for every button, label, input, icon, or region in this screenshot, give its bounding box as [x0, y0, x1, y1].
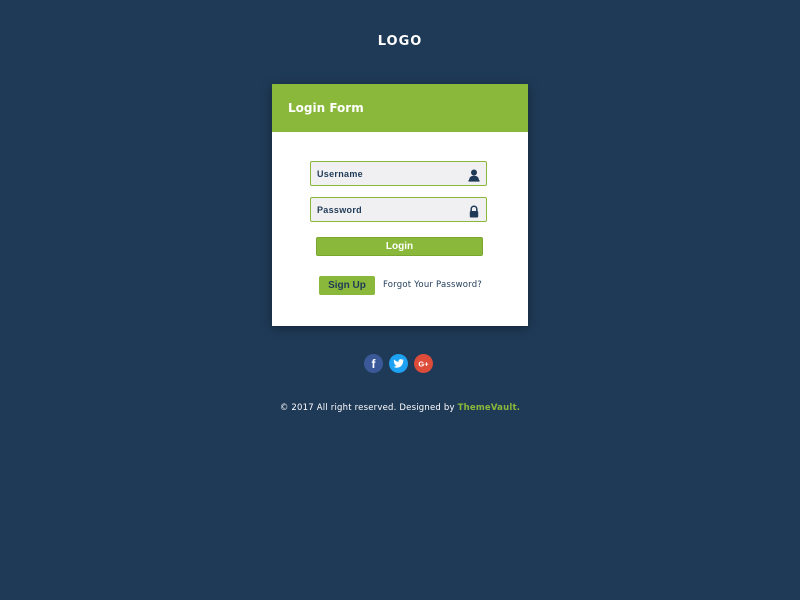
- twitter-icon[interactable]: [389, 354, 408, 373]
- sign-up-button[interactable]: Sign Up: [319, 276, 375, 295]
- designer-link[interactable]: ThemeVault.: [458, 403, 521, 413]
- footer: © 2017 All right reserved. Designed by T…: [0, 403, 800, 413]
- user-icon: [468, 167, 480, 182]
- login-form-title: Login Form: [272, 84, 528, 132]
- login-button[interactable]: Login: [316, 237, 483, 256]
- copyright-text: © 2017 All right reserved. Designed by: [279, 403, 458, 413]
- password-field[interactable]: [310, 197, 487, 222]
- username-input[interactable]: [311, 162, 467, 186]
- facebook-icon[interactable]: f: [364, 354, 383, 373]
- google-plus-glyph: G+: [418, 360, 429, 369]
- password-input[interactable]: [311, 198, 467, 222]
- forgot-password-link[interactable]: Forgot Your Password?: [383, 276, 482, 295]
- username-field[interactable]: [310, 161, 487, 186]
- social-links: f G+: [364, 354, 436, 374]
- login-page: LOGO Login Form Login Sign: [0, 0, 800, 600]
- google-plus-icon[interactable]: G+: [414, 354, 433, 373]
- login-form-card: Login Form Login Sign Up Forgot: [272, 84, 528, 326]
- facebook-glyph: f: [372, 357, 377, 371]
- lock-icon: [468, 203, 480, 218]
- logo[interactable]: LOGO: [0, 34, 800, 49]
